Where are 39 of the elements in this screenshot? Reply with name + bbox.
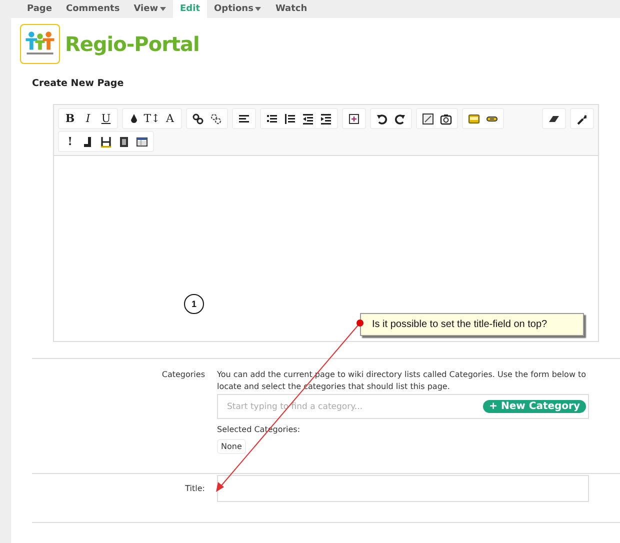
nav-tab[interactable]: View: [126, 0, 174, 18]
field-label: Title:: [184, 483, 205, 495]
link-icon: [192, 112, 204, 124]
nav-tab[interactable]: Comments: [58, 0, 127, 18]
nav-tab[interactable]: Watch: [268, 0, 314, 18]
image-icon: [422, 112, 434, 124]
page-heading: Create New Page: [32, 78, 125, 89]
outdent-icon: [302, 112, 314, 124]
nav-tab[interactable]: Page: [20, 0, 59, 18]
nav-tab[interactable]: Options: [207, 0, 268, 18]
annotation-note: Is it possible to set the title-field on top?: [360, 313, 584, 336]
undo-icon: [376, 112, 388, 124]
align-icon: [238, 112, 250, 124]
site-title: Regio-Portal: [65, 32, 200, 56]
toolbar-button[interactable]: I: [79, 109, 97, 128]
selected-value: None: [217, 439, 246, 454]
bullets-icon: [266, 112, 278, 124]
camera-icon: [440, 112, 452, 124]
table-icon: [136, 136, 148, 148]
caret-icon: [160, 7, 166, 11]
toolbar-button[interactable]: !: [61, 132, 79, 151]
toolbar-button[interactable]: U: [97, 109, 115, 128]
film-icon: [118, 136, 130, 148]
unlink-icon: [210, 112, 222, 124]
title-field[interactable]: [217, 475, 589, 502]
toolbar-button[interactable]: A: [161, 109, 179, 128]
indent-icon: [320, 112, 332, 124]
toolbar-button[interactable]: T↕: [143, 109, 161, 128]
anchor-dot: [356, 320, 364, 326]
redo-icon: [394, 112, 406, 124]
logo-icon: [20, 24, 60, 64]
drop-icon: [128, 112, 140, 124]
wrench-icon: [576, 112, 588, 124]
numbers-icon: [284, 112, 296, 124]
plus-icon: [348, 112, 360, 124]
caret-icon: [255, 7, 262, 11]
toolbar-button[interactable]: B: [61, 109, 79, 128]
field-label: Categories: [160, 369, 205, 381]
hbar-icon: [100, 136, 112, 148]
